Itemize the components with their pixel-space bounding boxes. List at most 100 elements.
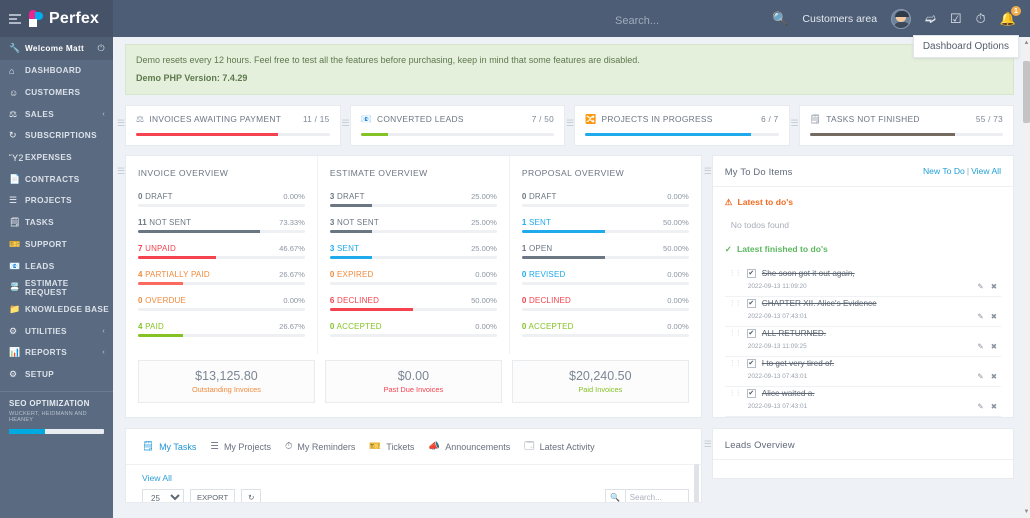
brand-logo[interactable]: Perfex [29, 10, 99, 28]
sidebar-project-widget[interactable]: SEO OPTIMIZATION WUCKERT, HEIDMANN AND H… [0, 391, 113, 435]
tab-latest-activity[interactable]: 🗔 Latest Activity [524, 439, 594, 455]
logout-icon[interactable]: ⏻ [98, 43, 105, 54]
search-icon[interactable]: 🔍 [604, 488, 625, 502]
todo-text: I to get very tired of. [761, 358, 835, 368]
todo-drag-handle[interactable]: ⋮⋮ [729, 390, 742, 397]
todo-drag-handle[interactable]: ⋮⋮ [729, 330, 742, 337]
sidebar-item-reports[interactable]: 📊 REPORTS ‹ [0, 342, 113, 364]
delete-icon[interactable]: ✖ [991, 402, 997, 411]
todo-list: ⋮⋮ ✔ She soon got it out again, 2022-09-13 … [724, 267, 1001, 417]
customers-area-link[interactable]: Customers area [802, 13, 877, 25]
table-search-input[interactable] [624, 488, 689, 502]
kpi-card[interactable]: ☰ 🔀 PROJECTS IN PROGRESS 6 / 7 [566, 104, 790, 146]
tasks-check-icon[interactable]: ☑ [950, 12, 962, 25]
tab-my-reminders[interactable]: ⏱ My Reminders [285, 441, 355, 452]
overview-row: 4 PARTIALLY PAID 26.67% [138, 270, 305, 285]
gears-icon: ⚙ [9, 325, 18, 336]
page-scrollbar[interactable]: ▲ ▼ [1023, 37, 1030, 518]
todo-checkbox[interactable]: ✔ [746, 268, 756, 278]
todo-date: 2022-09-13 11:09:25 [747, 342, 807, 350]
page-length-select[interactable]: 2550100 [142, 489, 184, 502]
sidebar-item-label: CONTRACTS [25, 174, 80, 184]
refresh-button[interactable]: ↻ [241, 489, 262, 502]
new-todo-link[interactable]: New To Do [923, 166, 965, 176]
sidebar-item-support[interactable]: 🎫 SUPPORT [0, 234, 113, 256]
dashboard-options-button[interactable]: Dashboard Options [912, 35, 1019, 58]
delete-icon[interactable]: ✖ [991, 282, 997, 291]
delete-icon[interactable]: ✖ [991, 312, 997, 321]
sidebar-item-estimate-request[interactable]: 📇 ESTIMATE REQUEST [0, 277, 113, 299]
sidebar-item-dashboard[interactable]: ⌂ DASHBOARD [0, 60, 113, 82]
sidebar-item-customers[interactable]: ☺ CUSTOMERS [0, 82, 113, 104]
panel-drag-handle[interactable]: ☰ [791, 118, 799, 129]
global-search-input[interactable] [615, 15, 785, 27]
overview-row-bar [521, 255, 689, 259]
overview-row-bar [138, 203, 305, 207]
sidebar-item-contracts[interactable]: 📄 CONTRACTS [0, 168, 113, 190]
window-icon: 🗔 [524, 440, 535, 452]
tab-my-tasks[interactable]: 🗒 My Tasks [142, 441, 196, 452]
sidebar-item-projects[interactable]: ☰ PROJECTS [0, 190, 113, 212]
sidebar-item-tasks[interactable]: 🗒 TASKS [0, 212, 113, 234]
left-column: ☰ INVOICE OVERVIEW 0 DRAFT 0.00% 11 NOT SEN… [117, 154, 702, 503]
sidebar-item-utilities[interactable]: ⚙ UTILITIES ‹ [0, 320, 113, 342]
sidebar-welcome[interactable]: 🔧 Welcome Matt ⏻ [0, 37, 113, 60]
sidebar-item-knowledge-base[interactable]: 📁 KNOWLEDGE BASE [0, 299, 113, 321]
sidebar-toggle-icon[interactable] [9, 13, 21, 24]
sidebar-item-label: DASHBOARD [25, 66, 82, 76]
sidebar-item-leads[interactable]: 📧 LEADS [0, 255, 113, 277]
delete-icon[interactable]: ✖ [991, 372, 997, 381]
scroll-down-icon[interactable]: ▼ [1023, 506, 1030, 518]
export-button[interactable]: EXPORT [190, 489, 236, 502]
sidebar-item-sales[interactable]: ⚖ SALES ‹ [0, 103, 113, 125]
tab-tickets[interactable]: 🎫 Tickets [369, 441, 414, 452]
kpi-card[interactable]: ☰ ⚖ INVOICES AWAITING PAYMENT 11 / 15 [117, 104, 341, 146]
todo-view-all-link[interactable]: View All [971, 166, 1001, 176]
page-scrollbar-thumb[interactable] [1023, 61, 1030, 123]
edit-icon[interactable]: ✎ [977, 372, 983, 381]
kpi-card[interactable]: ☰ 📧 CONVERTED LEADS 7 / 50 [342, 104, 565, 146]
todo-checkbox[interactable]: ✔ [746, 298, 756, 308]
delete-icon[interactable]: ✖ [991, 342, 997, 351]
todo-drag-handle[interactable]: ⋮⋮ [729, 300, 742, 307]
warning-icon: ⚠ [724, 196, 733, 207]
todo-drag-handle[interactable]: ⋮⋮ [729, 270, 742, 277]
top-navbar: Perfex 🔍 Customers area ➫ ☑ ⏱ 🔔 1 [0, 0, 1030, 37]
scroll-up-icon[interactable]: ▲ [1023, 37, 1030, 49]
kpi-card[interactable]: ☰ 🗒 TASKS NOT FINISHED 55 / 73 [791, 104, 1014, 146]
edit-icon[interactable]: ✎ [977, 312, 983, 321]
overview-row-label: 0 DRAFT [521, 191, 557, 201]
sidebar-item-subscriptions[interactable]: ↻ SUBSCRIPTIONS [0, 125, 113, 147]
kpi-progress [809, 132, 1003, 136]
sidebar-item-expenses[interactable]: Ὕ2 EXPENSES [0, 147, 113, 169]
sidebar-item-setup[interactable]: ⚙ SETUP [0, 364, 113, 386]
todo-checkbox[interactable]: ✔ [746, 388, 756, 398]
sidebar-item-label: UTILITIES [25, 326, 67, 336]
edit-icon[interactable]: ✎ [977, 402, 983, 411]
avatar[interactable] [891, 8, 912, 29]
tab-my-projects[interactable]: ☰ My Projects [210, 441, 271, 452]
tasks-view-all-link[interactable]: View All [126, 465, 701, 483]
todo-item: ⋮⋮ ✔ I to get very tired of. 2022-09-13 07:… [724, 357, 1001, 387]
overview-row: 11 NOT SENT 73.33% [138, 218, 305, 233]
todo-checkbox[interactable]: ✔ [746, 358, 756, 368]
edit-icon[interactable]: ✎ [977, 282, 983, 291]
table-scrollbar[interactable] [693, 463, 699, 502]
notifications-bell-icon[interactable]: 🔔 1 [1000, 6, 1021, 25]
panel-drag-handle[interactable]: ☰ [566, 118, 574, 129]
sidebar-item-label: EXPENSES [25, 153, 72, 163]
overview-row-percent: 25.00% [471, 191, 497, 201]
panel-drag-handle[interactable]: ☰ [342, 118, 350, 129]
edit-icon[interactable]: ✎ [977, 342, 983, 351]
overview-title: ESTIMATE OVERVIEW [329, 167, 428, 178]
todo-drag-handle[interactable]: ⋮⋮ [729, 360, 742, 367]
tab-announcements[interactable]: 📣 Announcements [428, 441, 510, 452]
overview-row-label: 1 OPEN [521, 243, 553, 253]
share-icon[interactable]: ➫ [925, 12, 936, 25]
panel-drag-handle[interactable]: ☰ [704, 439, 712, 450]
timer-icon[interactable]: ⏱ [976, 12, 986, 25]
todo-checkbox[interactable]: ✔ [746, 328, 756, 338]
panel-drag-handle[interactable]: ☰ [117, 118, 125, 129]
panel-drag-handle[interactable]: ☰ [704, 166, 712, 177]
panel-drag-handle[interactable]: ☰ [117, 166, 125, 177]
